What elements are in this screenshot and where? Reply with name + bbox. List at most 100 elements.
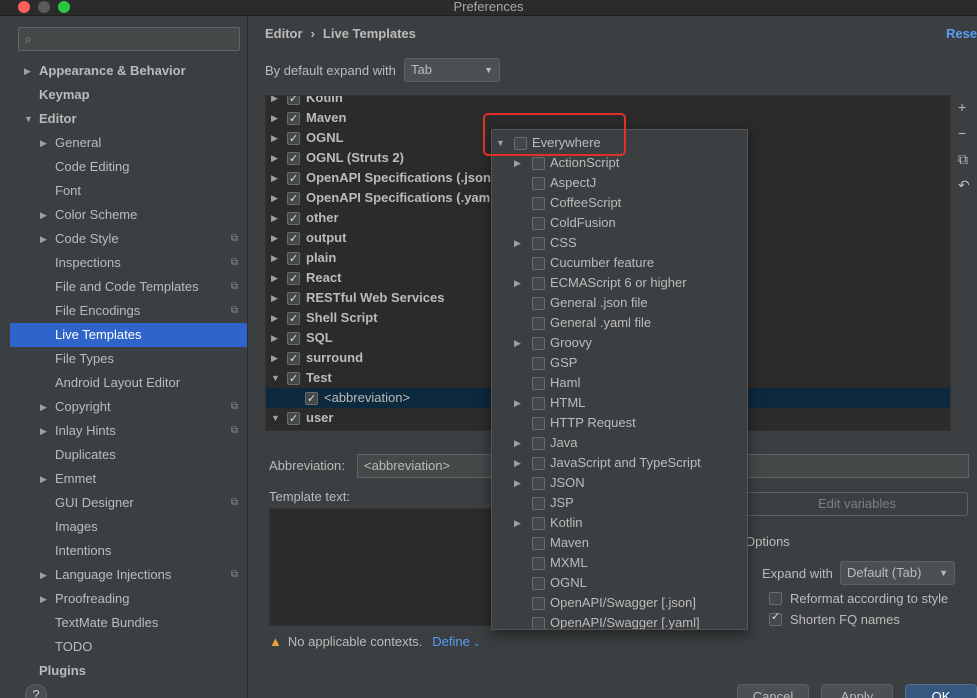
context-item[interactable]: ▶ JSON <box>492 473 747 493</box>
default-expand-select[interactable]: Tab ▼ <box>404 58 500 82</box>
context-checkbox[interactable] <box>532 537 545 550</box>
duplicate-icon[interactable]: ⧉ <box>958 151 968 168</box>
sidebar-item[interactable]: Duplicates <box>10 443 247 467</box>
ok-button[interactable]: OK <box>905 684 977 698</box>
reset-link[interactable]: Reset <box>946 26 977 41</box>
context-item[interactable]: General .yaml file <box>492 313 747 333</box>
chevron-right-icon[interactable]: ▶ <box>271 348 278 368</box>
chevron-right-icon[interactable]: ▶ <box>271 308 278 328</box>
chevron-right-icon[interactable]: ▶ <box>40 419 47 443</box>
chevron-right-icon[interactable]: ▶ <box>514 513 521 533</box>
chevron-right-icon[interactable]: ▶ <box>271 268 278 288</box>
template-checkbox[interactable] <box>287 269 300 289</box>
chevron-right-icon[interactable]: ▶ <box>514 273 521 293</box>
chevron-right-icon[interactable]: ▶ <box>40 227 47 251</box>
context-checkbox[interactable] <box>532 417 545 430</box>
context-item[interactable]: ▶ HTML <box>492 393 747 413</box>
context-item[interactable]: OpenAPI/Swagger [.json] <box>492 593 747 613</box>
chevron-right-icon[interactable]: ▶ <box>271 168 278 188</box>
template-checkbox[interactable] <box>287 249 300 269</box>
sidebar-item[interactable]: Live Templates <box>10 323 247 347</box>
sidebar-item[interactable]: Keymap <box>10 83 247 107</box>
sidebar-item[interactable]: Images <box>10 515 247 539</box>
context-item[interactable]: Maven <box>492 533 747 553</box>
reformat-checkbox[interactable] <box>769 592 782 605</box>
define-context-link[interactable]: Define ⌄ <box>432 634 480 649</box>
context-checkbox[interactable] <box>532 517 545 530</box>
settings-search-input[interactable]: ⌕ <box>18 27 240 51</box>
expand-with-select[interactable]: Default (Tab) ▼ <box>840 561 955 585</box>
context-checkbox[interactable] <box>532 277 545 290</box>
template-checkbox[interactable] <box>287 229 300 249</box>
template-checkbox[interactable] <box>287 349 300 369</box>
sidebar-item[interactable]: Android Layout Editor <box>10 371 247 395</box>
sidebar-item[interactable]: Font <box>10 179 247 203</box>
chevron-right-icon[interactable]: ▶ <box>271 188 278 208</box>
sidebar-item[interactable]: Inspections ⧉ <box>10 251 247 275</box>
context-checkbox[interactable] <box>532 377 545 390</box>
chevron-right-icon[interactable]: ▶ <box>40 203 47 227</box>
remove-icon[interactable]: − <box>958 125 966 141</box>
chevron-right-icon[interactable]: ▶ <box>271 128 278 148</box>
chevron-down-icon[interactable]: ▼ <box>24 107 33 131</box>
context-checkbox[interactable] <box>532 237 545 250</box>
context-checkbox[interactable] <box>532 177 545 190</box>
template-group-row[interactable]: ▶ Kotlin <box>266 96 950 109</box>
sidebar-item[interactable]: TextMate Bundles <box>10 611 247 635</box>
context-item[interactable]: ▶ ECMAScript 6 or higher <box>492 273 747 293</box>
template-checkbox[interactable] <box>287 169 300 189</box>
chevron-right-icon[interactable]: ▶ <box>514 453 521 473</box>
context-item[interactable]: ▶ CSS <box>492 233 747 253</box>
template-checkbox[interactable] <box>287 209 300 229</box>
chevron-right-icon[interactable]: ▶ <box>514 473 521 493</box>
context-checkbox[interactable] <box>532 437 545 450</box>
context-checkbox[interactable] <box>532 617 545 629</box>
template-checkbox[interactable] <box>287 189 300 209</box>
context-item[interactable]: GSP <box>492 353 747 373</box>
sidebar-item[interactable]: Plugins <box>10 659 247 683</box>
template-checkbox[interactable] <box>287 96 300 109</box>
shorten-fq-checkbox[interactable] <box>769 610 782 626</box>
add-icon[interactable]: + <box>958 99 966 115</box>
chevron-right-icon[interactable]: ▶ <box>271 248 278 268</box>
chevron-right-icon[interactable]: ▶ <box>271 288 278 308</box>
context-item[interactable]: Haml <box>492 373 747 393</box>
breadcrumb-item[interactable]: Editor <box>265 26 303 41</box>
sidebar-item[interactable]: ▶ Color Scheme <box>10 203 247 227</box>
chevron-right-icon[interactable]: ▶ <box>271 328 278 348</box>
context-item[interactable]: ▶ ActionScript <box>492 153 747 173</box>
context-checkbox[interactable] <box>532 577 545 590</box>
sidebar-item[interactable]: ▶ Code Style ⧉ <box>10 227 247 251</box>
template-checkbox[interactable] <box>287 129 300 149</box>
context-item[interactable]: ColdFusion <box>492 213 747 233</box>
chevron-right-icon[interactable]: ▶ <box>514 393 521 413</box>
context-checkbox[interactable] <box>532 157 545 170</box>
context-checkbox[interactable] <box>532 357 545 370</box>
context-checkbox[interactable] <box>532 557 545 570</box>
chevron-right-icon[interactable]: ▶ <box>514 333 521 353</box>
context-checkbox[interactable] <box>532 337 545 350</box>
context-checkbox[interactable] <box>532 197 545 210</box>
chevron-right-icon[interactable]: ▶ <box>40 587 47 611</box>
context-item[interactable]: OGNL <box>492 573 747 593</box>
context-item[interactable]: ▶ Groovy <box>492 333 747 353</box>
chevron-down-icon[interactable]: ▼ <box>271 408 280 428</box>
chevron-right-icon[interactable]: ▶ <box>40 131 47 155</box>
chevron-right-icon[interactable]: ▶ <box>514 433 521 453</box>
context-checkbox[interactable] <box>532 477 545 490</box>
template-checkbox[interactable] <box>287 309 300 329</box>
help-button[interactable]: ? <box>25 684 47 698</box>
chevron-right-icon[interactable]: ▶ <box>271 108 278 128</box>
sidebar-item[interactable]: ▶ Appearance & Behavior <box>10 59 247 83</box>
template-checkbox[interactable] <box>287 149 300 169</box>
context-item[interactable]: General .json file <box>492 293 747 313</box>
context-item[interactable]: Cucumber feature <box>492 253 747 273</box>
chevron-right-icon[interactable]: ▶ <box>40 563 47 587</box>
context-item[interactable]: ▶ Java <box>492 433 747 453</box>
chevron-right-icon[interactable]: ▶ <box>271 208 278 228</box>
context-checkbox[interactable] <box>532 297 545 310</box>
sidebar-item[interactable]: Code Editing <box>10 155 247 179</box>
sidebar-item[interactable]: TODO <box>10 635 247 659</box>
context-item[interactable]: CoffeeScript <box>492 193 747 213</box>
sidebar-item[interactable]: ▶ Inlay Hints ⧉ <box>10 419 247 443</box>
